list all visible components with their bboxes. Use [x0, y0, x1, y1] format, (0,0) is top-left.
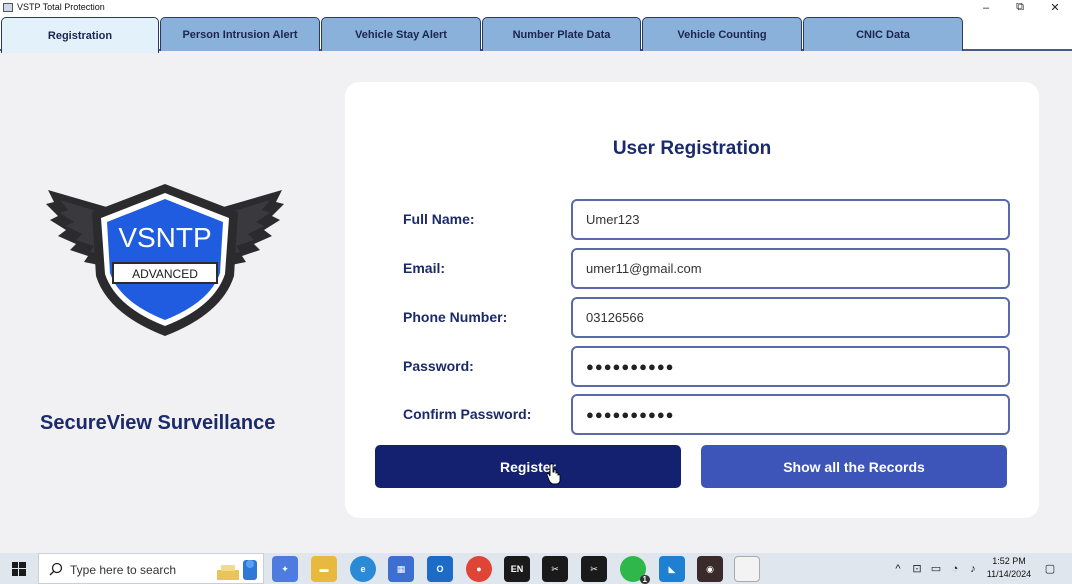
phone-number-label: Phone Number:	[403, 309, 508, 325]
network-icon[interactable]: ◔	[946, 553, 964, 584]
hand-cursor-icon	[547, 463, 561, 485]
search-icon	[49, 562, 63, 576]
chrome-icon[interactable]: ●	[466, 556, 492, 582]
show-all-records-button[interactable]: Show all the Records	[701, 445, 1007, 488]
tab-person-intrusion-alert[interactable]: Person Intrusion Alert	[160, 17, 320, 51]
tab-number-plate-data[interactable]: Number Plate Data	[482, 17, 641, 51]
en-app-icon[interactable]: EN	[504, 556, 530, 582]
tab-strip: Registration Person Intrusion Alert Vehi…	[0, 15, 1072, 53]
search-highlight-illustration	[217, 560, 257, 580]
window-title-bar: VSTP Total Protection – ⧉ ✕	[0, 0, 1072, 15]
logo-subtitle: ADVANCED	[132, 267, 198, 281]
copilot-icon[interactable]: ✦	[272, 556, 298, 582]
taskbar-clock[interactable]: 1:52 PM 11/14/2024	[983, 555, 1035, 581]
registration-card: User Registration Full Name: Email: Phon…	[345, 82, 1039, 518]
minimize-button[interactable]: –	[968, 0, 1004, 15]
notifications-icon[interactable]: ▢	[1040, 553, 1060, 584]
register-button[interactable]: Register	[375, 445, 681, 488]
brand-name: SecureView Surveillance	[40, 412, 276, 434]
vsntp-logo: VSNTP ADVANCED	[44, 180, 286, 340]
recorder-icon[interactable]: ◉	[697, 556, 723, 582]
restore-icon: ⧉	[1016, 1, 1024, 13]
tab-cnic-data[interactable]: CNIC Data	[803, 17, 963, 51]
show-hidden-icons-chevron-icon[interactable]: ^	[890, 553, 906, 584]
volume-icon[interactable]: ♪	[964, 553, 982, 584]
form-title: User Registration	[612, 138, 772, 159]
search-placeholder: Type here to search	[70, 563, 177, 577]
windows-icon	[12, 561, 26, 576]
whatsapp-icon[interactable]: 1	[620, 556, 650, 584]
phone-number-input[interactable]	[571, 297, 1010, 338]
password-label: Password:	[403, 358, 474, 374]
outlook-icon[interactable]: O	[427, 556, 453, 582]
tab-vehicle-stay-alert[interactable]: Vehicle Stay Alert	[321, 17, 481, 51]
edge-icon[interactable]: e	[350, 556, 376, 582]
password-input[interactable]	[571, 346, 1010, 387]
en-app-label: EN	[510, 564, 524, 574]
clock-date: 11/14/2024	[986, 569, 1032, 579]
meet-now-icon[interactable]: ⊡	[908, 553, 926, 584]
window-title: VSTP Total Protection	[17, 2, 105, 12]
close-icon: ✕	[1050, 2, 1060, 14]
confirm-password-input[interactable]	[571, 394, 1010, 435]
clock-time: 1:52 PM	[992, 556, 1026, 566]
close-button[interactable]: ✕	[1037, 0, 1072, 15]
tab-vehicle-counting[interactable]: Vehicle Counting	[642, 17, 802, 51]
full-name-label: Full Name:	[403, 211, 475, 227]
file-explorer-icon[interactable]: ▬	[311, 556, 337, 582]
tab-registration[interactable]: Registration	[1, 17, 159, 53]
store-icon[interactable]: ▦	[388, 556, 414, 582]
full-name-input[interactable]	[571, 199, 1010, 240]
document-icon[interactable]	[734, 556, 760, 582]
maximize-button[interactable]: ⧉	[1002, 0, 1038, 15]
minimize-icon: –	[982, 1, 990, 14]
taskbar-search-box[interactable]: Type here to search	[38, 553, 264, 584]
battery-icon[interactable]: ▭	[927, 553, 945, 584]
whatsapp-badge: 1	[639, 575, 650, 584]
email-label: Email:	[403, 260, 446, 276]
email-input[interactable]	[571, 248, 1010, 289]
vscode-icon[interactable]: ◣	[659, 556, 685, 582]
capcut-alt-icon[interactable]: ✂	[581, 556, 607, 582]
start-button[interactable]	[0, 553, 38, 584]
capcut-icon[interactable]: ✂	[542, 556, 568, 582]
taskbar: Type here to search ✦ ▬ e ▦ O ● EN ✂ ✂ 1…	[0, 553, 1072, 584]
confirm-password-label: Confirm Password:	[403, 406, 532, 422]
logo-title: VSNTP	[118, 222, 211, 253]
app-window-icon	[3, 3, 13, 12]
